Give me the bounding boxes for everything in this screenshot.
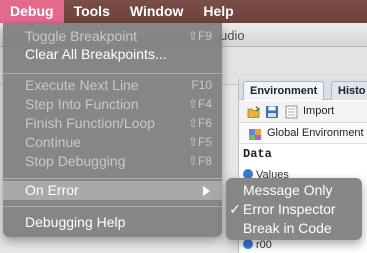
list-item-label: r00	[256, 239, 272, 251]
window-title: udio	[220, 28, 245, 43]
submenu-item-message-only[interactable]: Message Only	[226, 181, 362, 200]
menu-tools[interactable]: Tools	[64, 0, 120, 23]
data-section-header: Data	[243, 147, 272, 161]
open-folder-icon[interactable]	[247, 105, 261, 119]
menu-item-shortcut: ⇧F5	[187, 135, 212, 149]
menu-item-execute-next-line[interactable]: Execute Next Line F10	[3, 76, 222, 95]
menu-item-label: Clear All Breakpoints...	[25, 46, 167, 62]
menu-item-on-error[interactable]: On Error	[3, 181, 222, 200]
menu-item-toggle-breakpoint[interactable]: Toggle Breakpoint ⇧F9	[3, 27, 222, 46]
menu-item-label: Finish Function/Loop	[25, 115, 155, 131]
menu-item-stop-debugging[interactable]: Stop Debugging ⇧F8	[3, 152, 222, 171]
menu-separator	[3, 206, 222, 207]
menu-item-shortcut: ⇧F6	[187, 116, 212, 130]
object-icon	[243, 239, 253, 249]
import-dataset-icon[interactable]	[285, 105, 299, 119]
submenu-item-error-inspector[interactable]: ✓ Error Inspector	[226, 200, 362, 219]
menu-item-label: On Error	[25, 182, 79, 198]
menu-item-shortcut: ⇧F8	[187, 154, 212, 168]
menu-item-label: Continue	[25, 134, 82, 150]
menu-separator	[3, 73, 222, 74]
menu-item-shortcut: ⇧F9	[187, 29, 212, 43]
menu-item-label: Step Into Function	[25, 96, 139, 112]
menu-bar: Debug Tools Window Help	[0, 0, 367, 23]
submenu-item-label: Message Only	[243, 182, 333, 198]
menu-item-shortcut: F10	[191, 78, 212, 92]
environment-label: Global Environment	[267, 127, 364, 139]
menu-item-label: Execute Next Line	[25, 77, 139, 93]
menu-item-label: Debugging Help	[25, 214, 126, 230]
menu-item-shortcut: ⇧F4	[187, 97, 212, 111]
menu-help[interactable]: Help	[193, 0, 243, 23]
menu-item-debugging-help[interactable]: Debugging Help	[3, 213, 222, 232]
menu-item-label: Toggle Breakpoint	[25, 28, 138, 44]
submenu-arrow-icon	[203, 186, 210, 196]
menu-separator	[3, 178, 222, 179]
menu-item-continue[interactable]: Continue ⇧F5	[3, 133, 222, 152]
on-error-submenu: Message Only ✓ Error Inspector Break in …	[226, 178, 362, 240]
menu-window[interactable]: Window	[120, 0, 194, 23]
submenu-item-label: Break in Code	[243, 220, 332, 236]
menu-debug[interactable]: Debug	[0, 0, 64, 23]
menu-item-clear-all-breakpoints[interactable]: Clear All Breakpoints...	[3, 45, 222, 64]
import-dataset-label: Import	[303, 105, 335, 117]
pane-toolbar: Import	[239, 101, 367, 123]
save-icon[interactable]	[265, 105, 279, 119]
submenu-item-break-in-code[interactable]: Break in Code	[226, 219, 362, 238]
submenu-item-label: Error Inspector	[243, 201, 336, 217]
tab-history[interactable]: Histo	[331, 81, 367, 100]
checkmark-icon: ✓	[229, 201, 241, 217]
r-environment-icon	[249, 129, 261, 140]
pane-tabs: Environment Histo	[239, 79, 367, 100]
list-item[interactable]: r00	[243, 239, 272, 251]
environment-selector[interactable]: Global Environment	[239, 124, 367, 144]
menu-item-finish-function-loop[interactable]: Finish Function/Loop ⇧F6	[3, 114, 222, 133]
tab-environment[interactable]: Environment	[243, 81, 325, 100]
menu-item-step-into-function[interactable]: Step Into Function ⇧F4	[3, 95, 222, 114]
menu-item-label: Stop Debugging	[25, 153, 126, 169]
debug-menu: Toggle Breakpoint ⇧F9 Clear All Breakpoi…	[3, 23, 222, 237]
